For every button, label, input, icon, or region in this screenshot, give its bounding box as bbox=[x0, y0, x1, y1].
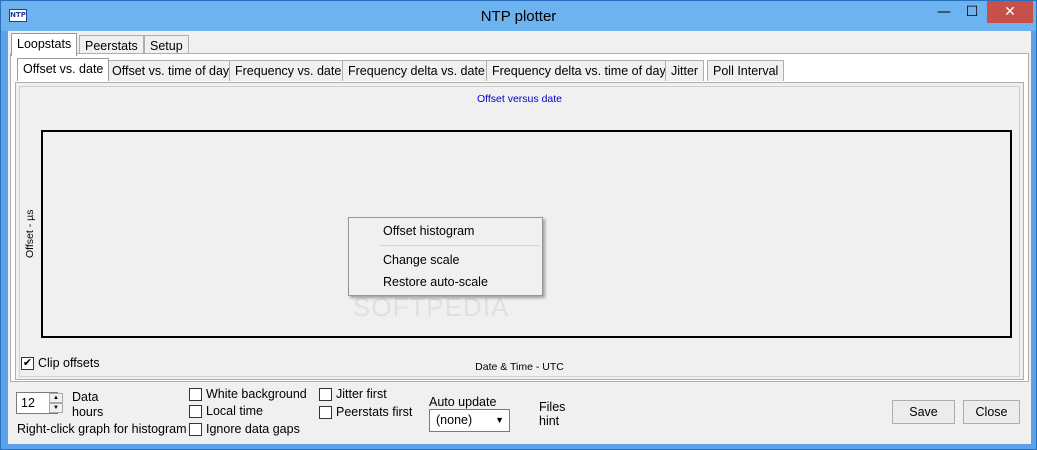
peerstats-first-box bbox=[319, 405, 332, 419]
white-background-checkbox[interactable]: White background bbox=[189, 387, 307, 401]
close-button[interactable]: Close bbox=[963, 400, 1020, 424]
spin-down-icon[interactable]: ▼ bbox=[49, 403, 63, 413]
tab-jitter[interactable]: Jitter bbox=[665, 60, 705, 81]
tab-frequency-delta-vs-time-of-day[interactable]: Frequency delta vs. time of day bbox=[486, 60, 672, 81]
menu-item-restore-auto-scale[interactable]: Restore auto-scale bbox=[383, 275, 488, 289]
files-hint: hint bbox=[539, 414, 560, 428]
x-axis-label: Date & Time - UTC bbox=[475, 361, 564, 373]
data-label: Data bbox=[72, 390, 99, 404]
jitter-first-box bbox=[319, 387, 332, 401]
white-background-label: White background bbox=[206, 387, 307, 401]
ignore-data-gaps-checkbox[interactable]: Ignore data gaps bbox=[189, 422, 300, 436]
minimize-button[interactable]: — bbox=[931, 1, 957, 23]
menu-separator bbox=[379, 245, 539, 246]
chart-title: Offset versus date bbox=[476, 93, 562, 105]
tab-offset-vs-date[interactable]: Offset vs. date bbox=[17, 58, 110, 81]
graph-context-menu: Offset histogram Change scale Restore au… bbox=[348, 217, 543, 296]
spin-up-icon[interactable]: ▲ bbox=[49, 393, 63, 403]
jitter-first-label: Jitter first bbox=[336, 387, 387, 401]
tab-frequency-vs-date[interactable]: Frequency vs. date bbox=[229, 60, 348, 81]
chevron-down-icon: ▼ bbox=[495, 415, 504, 425]
peerstats-first-label: Peerstats first bbox=[336, 405, 413, 419]
tab-poll-interval[interactable]: Poll Interval bbox=[707, 60, 785, 81]
clip-offsets-check-icon: ✔ bbox=[21, 356, 34, 370]
close-window-button[interactable]: ✕ bbox=[987, 1, 1033, 23]
auto-update-label: Auto update bbox=[429, 395, 497, 409]
files-label: Files bbox=[539, 400, 566, 414]
histogram-hint: Right-click graph for histogram bbox=[17, 422, 187, 436]
jitter-first-checkbox[interactable]: Jitter first bbox=[319, 387, 387, 401]
menu-item-offset-histogram[interactable]: Offset histogram bbox=[383, 224, 474, 238]
tab-frequency-delta-vs-date[interactable]: Frequency delta vs. date bbox=[342, 60, 491, 81]
auto-update-select[interactable]: (none) ▼ bbox=[429, 409, 510, 432]
hours-spinner[interactable]: ▲ ▼ bbox=[49, 393, 63, 413]
ignore-data-gaps-box bbox=[189, 422, 202, 436]
peerstats-first-checkbox[interactable]: Peerstats first bbox=[319, 405, 412, 419]
local-time-label: Local time bbox=[206, 404, 263, 418]
save-button[interactable]: Save bbox=[892, 400, 955, 424]
title-bar[interactable]: NTP NTP plotter — ☐ ✕ bbox=[1, 1, 1036, 31]
tab-offset-vs-time-of-day[interactable]: Offset vs. time of day bbox=[106, 60, 236, 81]
menu-item-change-scale[interactable]: Change scale bbox=[383, 253, 459, 267]
maximize-button[interactable]: ☐ bbox=[959, 1, 985, 23]
white-background-box bbox=[189, 387, 202, 401]
tab-loopstats[interactable]: Loopstats bbox=[11, 33, 78, 56]
y-axis-label: Offset - µs bbox=[24, 209, 36, 258]
window-title: NTP plotter bbox=[480, 8, 557, 25]
softpedia-watermark: SOFTPEDIA bbox=[353, 292, 510, 322]
app-window: NTP NTP plotter — ☐ ✕ Loopstats Peerstat… bbox=[0, 0, 1037, 450]
hours-label: hours bbox=[72, 405, 104, 419]
ignore-data-gaps-label: Ignore data gaps bbox=[206, 422, 300, 436]
clip-offsets-label: Clip offsets bbox=[38, 356, 100, 370]
clip-offsets-checkbox[interactable]: ✔ Clip offsets bbox=[21, 356, 100, 370]
local-time-checkbox[interactable]: Local time bbox=[189, 404, 263, 418]
local-time-box bbox=[189, 404, 202, 418]
auto-update-value: (none) bbox=[436, 413, 473, 427]
